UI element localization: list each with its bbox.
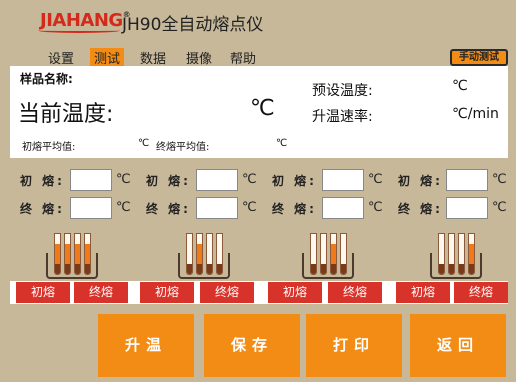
capillary-tube [64, 233, 71, 275]
ch4-initial-tag[interactable]: 初熔 [396, 282, 450, 303]
ch1-final-unit: ℃ [116, 200, 131, 215]
initial-avg-unit: ℃ [138, 138, 150, 149]
capillary-tube [438, 233, 445, 275]
capillary-tube [448, 233, 455, 275]
menu-bar: 设置 测试 数据 摄像 帮助 [0, 46, 516, 67]
menu-camera[interactable]: 摄像 [186, 48, 212, 67]
ch1-initial-tag[interactable]: 初熔 [16, 282, 70, 303]
ch1-final-tag[interactable]: 终熔 [74, 282, 128, 303]
ch4-initial-label: 初 熔: [398, 174, 443, 188]
app-header: JIAHANG® JH90全自动熔点仪 [0, 0, 516, 44]
ch4-final-tag[interactable]: 终熔 [454, 282, 508, 303]
ch1-initial-unit: ℃ [116, 172, 131, 187]
manual-test-button[interactable]: 手动测试 [450, 49, 508, 66]
logo-swoosh-icon [38, 28, 120, 33]
current-temp-label: 当前温度: [18, 102, 114, 127]
ramp-rate-unit: ℃/min [452, 106, 499, 122]
ch1-final-label: 终 熔: [20, 202, 65, 216]
capillary-tube [310, 233, 317, 275]
capillary-tube [84, 233, 91, 275]
capillary-tube [468, 233, 475, 275]
ch2-final-field[interactable] [196, 197, 238, 219]
info-panel: 样品名称: 当前温度: ℃ 预设温度: ℃ 升温速率: ℃/min 初熔平均值:… [10, 66, 508, 158]
capillary-tube [340, 233, 347, 275]
capillary-tube [458, 233, 465, 275]
preset-temp-label: 预设温度: [312, 83, 373, 99]
capillary-tube [216, 233, 223, 275]
ch3-final-field[interactable] [322, 197, 364, 219]
capillary-tube [74, 233, 81, 275]
ch2-initial-tag[interactable]: 初熔 [140, 282, 194, 303]
ch2-final-unit: ℃ [242, 200, 257, 215]
capillary-tube [186, 233, 193, 275]
ch1-initial-field[interactable] [70, 169, 112, 191]
tube-rack-1[interactable] [40, 229, 104, 279]
ch3-initial-field[interactable] [322, 169, 364, 191]
ch3-initial-unit: ℃ [368, 172, 383, 187]
ch3-final-label: 终 熔: [272, 202, 317, 216]
ch3-initial-label: 初 熔: [272, 174, 317, 188]
ch1-final-field[interactable] [70, 197, 112, 219]
initial-avg-label: 初熔平均值: [22, 142, 76, 153]
final-avg-unit: ℃ [276, 138, 288, 149]
capillary-tube [196, 233, 203, 275]
ch4-final-unit: ℃ [492, 200, 507, 215]
menu-help[interactable]: 帮助 [230, 48, 256, 67]
back-button[interactable]: 返回 [410, 314, 506, 377]
print-button[interactable]: 打印 [306, 314, 402, 377]
sample-name-label: 样品名称: [20, 72, 73, 86]
ch4-initial-field[interactable] [446, 169, 488, 191]
capillary-tube [320, 233, 327, 275]
ch3-final-unit: ℃ [368, 200, 383, 215]
tube-rack-4[interactable] [424, 229, 488, 279]
final-avg-label: 终熔平均值: [156, 142, 210, 153]
ch2-initial-label: 初 熔: [146, 174, 191, 188]
ch4-final-label: 终 熔: [398, 202, 443, 216]
ch1-initial-label: 初 熔: [20, 174, 65, 188]
save-button[interactable]: 保存 [204, 314, 300, 377]
ch2-final-tag[interactable]: 终熔 [200, 282, 254, 303]
app-title: JH90全自动熔点仪 [122, 15, 264, 35]
tube-rack-2[interactable] [172, 229, 236, 279]
menu-test[interactable]: 测试 [90, 48, 125, 67]
ch2-initial-unit: ℃ [242, 172, 257, 187]
capillary-tube [330, 233, 337, 275]
ch4-initial-unit: ℃ [492, 172, 507, 187]
menu-settings[interactable]: 设置 [48, 48, 74, 67]
menu-data[interactable]: 数据 [140, 48, 166, 67]
capillary-tube [54, 233, 61, 275]
preset-temp-unit: ℃ [452, 78, 468, 94]
capillary-tube [206, 233, 213, 275]
ch2-initial-field[interactable] [196, 169, 238, 191]
ch2-final-label: 终 熔: [146, 202, 191, 216]
current-temp-unit: ℃ [250, 96, 275, 121]
ch3-final-tag[interactable]: 终熔 [328, 282, 382, 303]
heat-button[interactable]: 升温 [98, 314, 194, 377]
ramp-rate-label: 升温速率: [312, 109, 373, 125]
ch4-final-field[interactable] [446, 197, 488, 219]
tube-rack-3[interactable] [296, 229, 360, 279]
ch3-initial-tag[interactable]: 初熔 [268, 282, 322, 303]
channel-controls: 初 熔: ℃ 终 熔: ℃ 初 熔: ℃ 终 熔: ℃ 初 熔: ℃ 终 熔: … [10, 166, 508, 226]
